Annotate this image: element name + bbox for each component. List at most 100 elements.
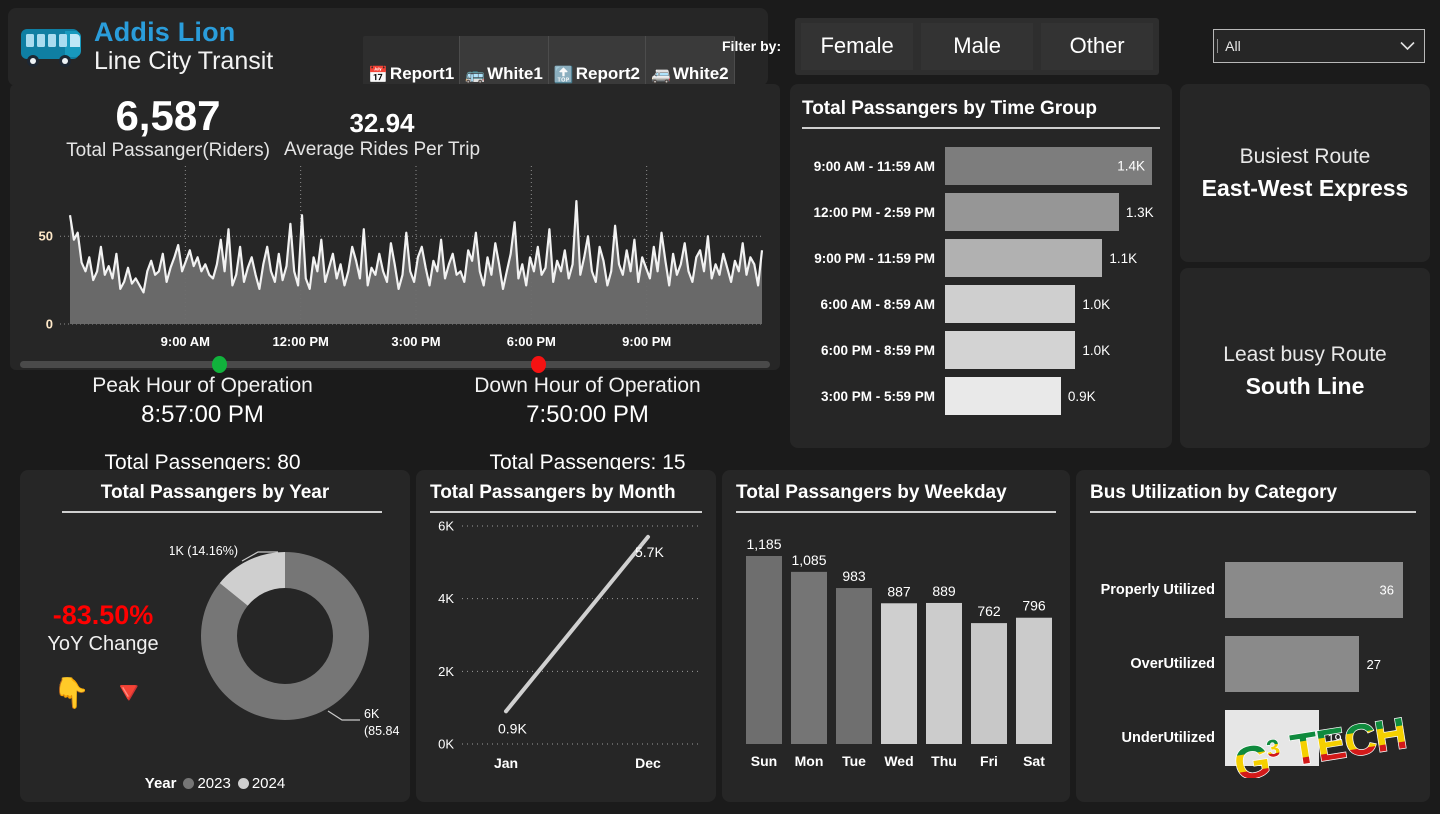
y-axis-tick: 6K [438, 519, 454, 534]
utilization-row[interactable]: Properly Utilized 36 [1090, 553, 1416, 627]
year-donut-chart[interactable]: 1K (14.16%) 6K (85.84%) [169, 528, 415, 748]
time-group-row[interactable]: 6:00 PM - 8:59 PM 1.0K [802, 327, 1160, 373]
time-range-slider[interactable] [20, 355, 770, 373]
slider-peak-marker[interactable] [211, 356, 227, 373]
tab-report1[interactable]: 📅 Report1 [363, 36, 461, 88]
dashboard-canvas: Addis Lion Line City Transit 📅 Report1 🚌… [0, 0, 1440, 814]
utilization-row[interactable]: OverUtilized 27 [1090, 627, 1416, 701]
least-busy-route-value: South Line [1245, 372, 1365, 399]
time-group-row[interactable]: 9:00 PM - 11:59 PM 1.1K [802, 235, 1160, 281]
legend-item-2024[interactable]: 2024 [237, 775, 286, 792]
down-hour-title: Down Hour of Operation [474, 374, 701, 397]
legend-item-2023[interactable]: 2023 [183, 775, 231, 792]
weekday-bar-chart[interactable]: 1,185 Sun 1,085 Mon 983 Tue 887 Wed 889 Thu 762 Fri… [736, 516, 1058, 786]
peak-hour-block: Peak Hour of Operation 8:57:00 PM Total … [10, 374, 395, 475]
passengers-by-month-title: Total Passangers by Month [430, 482, 676, 503]
weekday-label-Wed: Wed [884, 753, 913, 769]
utilization-bar[interactable]: 36 [1225, 562, 1403, 618]
utilization-row[interactable]: UnderUtilized 19 [1090, 701, 1416, 775]
callout-leader [327, 710, 360, 721]
month-line-chart[interactable]: 0K 2K 4K 6K 0.9K 5.7K Jan Dec [424, 516, 708, 786]
time-group-bar[interactable] [945, 239, 1103, 277]
weekday-value-Fri: 762 [977, 603, 1001, 619]
filter-button-other[interactable]: Other [1041, 22, 1154, 70]
y-axis-tick: 4K [438, 591, 454, 606]
tab-white1-label: White1 [487, 64, 543, 83]
time-group-row[interactable]: 12:00 PM - 2:59 PM 1.3K [802, 189, 1160, 235]
yoy-change-block: -83.50% YoY Change 👇 🔻 [28, 600, 178, 711]
minibus-icon: 🚐 [650, 67, 671, 84]
sparkline-chart[interactable]: 0 50 9:00 AM 12:00 PM 3:00 PM 6:00 PM 9:00 PM [10, 156, 780, 356]
utilization-label: UnderUtilized [1121, 730, 1215, 746]
utilization-label: OverUtilized [1130, 656, 1215, 672]
gender-filter-group[interactable]: Female Male Other [795, 17, 1160, 75]
yoy-change-label: YoY Change [47, 633, 159, 655]
utilization-value: 19 [1327, 730, 1342, 746]
time-group-row[interactable]: 9:00 AM - 11:59 AM 1.4K [802, 143, 1160, 189]
yoy-change-value: -83.50% [52, 600, 154, 630]
tab-white1[interactable]: 🚌 White1 [460, 36, 549, 88]
time-group-bar-wrap: 1.0K [945, 285, 1160, 323]
slider-track[interactable] [20, 361, 770, 368]
weekday-bar-Mon[interactable] [791, 571, 827, 744]
busiest-route-card: Busiest Route East-West Express [1180, 84, 1430, 262]
operations-summary: Peak Hour of Operation 8:57:00 PM Total … [10, 374, 780, 475]
slider-down-marker[interactable] [530, 356, 546, 373]
passengers-by-weekday-panel: Total Passangers by Weekday 1,185 Sun 1,08… [722, 470, 1070, 802]
filter-button-male[interactable]: Male [921, 22, 1034, 70]
filter-dropdown[interactable]: All [1213, 29, 1426, 63]
time-group-value: 1.1K [1109, 250, 1138, 266]
donut-label-2023-pct: (85.84%) [364, 724, 400, 738]
weekday-label-Fri: Fri [980, 753, 998, 769]
time-group-value: 1.3K [1125, 204, 1154, 220]
month-line [504, 534, 650, 714]
time-group-bar[interactable] [945, 331, 1076, 369]
utilization-bar[interactable] [1225, 710, 1320, 766]
down-hour-block: Down Hour of Operation 7:50:00 PM Total … [395, 374, 780, 475]
time-group-bar-wrap: 0.9K [945, 377, 1160, 415]
weekday-label-Tue: Tue [842, 753, 866, 769]
weekday-bar-Thu[interactable] [926, 602, 962, 744]
time-group-row[interactable]: 6:00 AM - 8:59 AM 1.0K [802, 281, 1160, 327]
weekday-bar-Tue[interactable] [836, 588, 872, 744]
time-group-row[interactable]: 3:00 PM - 5:59 PM 0.9K [802, 373, 1160, 419]
weekday-label-Sun: Sun [751, 753, 777, 769]
utilization-value: 27 [1366, 656, 1381, 672]
brand-title: Addis Lion [94, 16, 236, 47]
y-axis-tick: 0 [46, 317, 53, 332]
time-group-label: 6:00 PM - 8:59 PM [820, 342, 935, 358]
filter-by-label: Filter by: [722, 38, 782, 54]
time-group-bar[interactable] [945, 193, 1119, 231]
report-tabs[interactable]: 📅 Report1 🚌 White1 🔝 Report2 🚐 White2 [363, 36, 735, 88]
time-group-bar[interactable]: 1.4K [945, 147, 1152, 185]
weekday-bar-Fri[interactable] [971, 623, 1007, 744]
time-group-bar[interactable] [945, 285, 1076, 323]
kpi-total-passengers: 6,587 Total Passanger(Riders) [58, 93, 278, 162]
weekday-bar-Sun[interactable] [746, 556, 782, 744]
busiest-route-label: Busiest Route [1239, 144, 1371, 168]
time-group-rows: 9:00 AM - 11:59 AM 1.4K 12:00 PM - 2:59 PM… [802, 143, 1160, 419]
x-axis-tick-dec: Dec [635, 755, 661, 771]
tab-report2[interactable]: 🔝 Report2 [548, 36, 646, 88]
utilization-bar[interactable] [1225, 636, 1359, 692]
weekday-bar-Wed[interactable] [881, 603, 917, 744]
weekday-bar-Sat[interactable] [1016, 617, 1052, 744]
divider [430, 511, 702, 513]
year-legend: Year 2023 2024 [20, 775, 410, 792]
utilization-bar-wrap: 36 [1225, 562, 1416, 618]
year-legend-title: Year [144, 775, 177, 792]
divider [1090, 511, 1416, 513]
x-axis-tick: 9:00 PM [622, 334, 671, 349]
least-busy-route-card: Least busy Route South Line [1180, 268, 1430, 448]
peak-hour-title: Peak Hour of Operation [92, 374, 313, 397]
legend-label-2024: 2024 [251, 775, 286, 792]
peak-hour-time: 8:57:00 PM [141, 401, 264, 428]
weekday-value-Mon: 1,085 [791, 552, 826, 568]
filter-button-female[interactable]: Female [801, 22, 914, 70]
utilization-value: 36 [1379, 582, 1394, 598]
weekday-label-Mon: Mon [795, 753, 824, 769]
top-arrow-icon: 🔝 [553, 67, 574, 84]
time-group-panel: Total Passangers by Time Group 9:00 AM -… [790, 84, 1172, 448]
time-group-bar[interactable] [945, 377, 1061, 415]
x-axis-tick: 3:00 PM [391, 334, 440, 349]
